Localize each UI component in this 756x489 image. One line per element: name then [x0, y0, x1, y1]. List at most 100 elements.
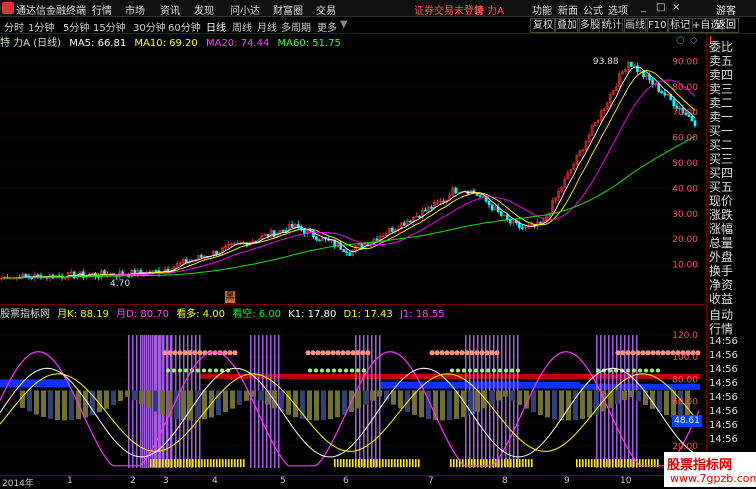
close-icon[interactable]: × [672, 2, 680, 13]
period-fenshi[interactable]: 分时 [4, 19, 24, 34]
period-1min[interactable]: 1分钟 [28, 19, 54, 34]
menu-ask[interactable]: 问小达 [230, 2, 260, 17]
period-more[interactable]: 更多 [317, 19, 337, 34]
yellow-bar [243, 459, 245, 468]
candle-body [200, 255, 203, 258]
menu-market[interactable]: 市场 [125, 2, 145, 17]
btn-f10[interactable]: F10 [645, 18, 670, 33]
step-block [55, 390, 60, 421]
orange-marker [310, 350, 316, 356]
purple-bar [262, 335, 264, 468]
user-label[interactable]: 游客 [716, 2, 736, 17]
purple-bar [250, 335, 252, 468]
orange-marker [655, 350, 661, 356]
green-marker [172, 368, 176, 373]
step-block [419, 390, 424, 418]
step-block [664, 390, 669, 416]
period-60min[interactable]: 60分钟 [168, 19, 201, 34]
yellow-bar [376, 459, 378, 468]
maximize-icon[interactable]: □ [656, 2, 665, 13]
period-30min[interactable]: 30分钟 [133, 19, 166, 34]
step-block [580, 390, 585, 419]
more-arrow-icon[interactable]: ▼ [340, 19, 348, 30]
menu-newpage[interactable]: 新面 [558, 2, 578, 17]
yellow-bar [609, 459, 611, 468]
purple-bar [624, 335, 626, 468]
menu-options[interactable]: 选项 [608, 2, 628, 17]
candle-body [402, 222, 406, 226]
step-block [216, 390, 221, 416]
step-block [258, 390, 263, 401]
orange-marker [454, 350, 460, 356]
yellow-bar [403, 459, 405, 468]
purple-bar [270, 335, 272, 468]
period-weekly[interactable]: 周线 [232, 19, 252, 34]
green-marker [332, 368, 336, 373]
event-marker[interactable]: 黑 [225, 291, 235, 303]
yellow-bar [346, 459, 348, 468]
period-monthly[interactable]: 月线 [257, 19, 277, 34]
step-block [391, 390, 396, 405]
yellow-bar [237, 459, 239, 468]
candle-body [318, 239, 321, 242]
menu-trade[interactable]: 交易 [316, 2, 336, 17]
yellow-bar [162, 459, 164, 468]
step-block [286, 390, 291, 415]
step-block [153, 390, 158, 412]
candle-body [154, 270, 158, 272]
row-quotes[interactable]: 行情 [709, 320, 733, 337]
yellow-bar [591, 459, 593, 468]
quote-panel: L 委比 卖五 卖四 卖三 卖二 卖一 买一 买二 买三 买四 买五 现价 涨跌… [706, 34, 756, 487]
btn-fanhui[interactable]: 返回 [713, 18, 739, 33]
period-15min[interactable]: 15分钟 [93, 19, 126, 34]
menu-formula[interactable]: 公式 [583, 2, 603, 17]
menu-discover[interactable]: 发现 [194, 2, 214, 17]
menu-news[interactable]: 资讯 [160, 2, 180, 17]
watermark: 股票指标网 www.7gpzb.com [664, 452, 756, 487]
step-block [188, 390, 193, 421]
green-marker [498, 368, 502, 373]
step-block [636, 390, 641, 402]
btn-fuquan[interactable]: 复权 [530, 18, 556, 33]
menu-wealth[interactable]: 财富圈 [273, 2, 303, 17]
step-block [440, 390, 445, 421]
step-block [517, 390, 522, 405]
minimize-icon[interactable]: _ [641, 2, 646, 13]
yellow-bar [349, 459, 351, 468]
menu-quotes[interactable]: 行情 [92, 2, 112, 17]
step-block [83, 390, 88, 418]
yellow-bar [522, 459, 524, 468]
yellow-bar [373, 459, 375, 468]
yellow-bar [195, 459, 197, 468]
step-block [629, 390, 634, 397]
menu-function[interactable]: 功能 [532, 2, 552, 17]
yellow-bar [630, 459, 632, 468]
orange-marker [665, 350, 671, 356]
green-marker [208, 368, 212, 373]
y-tick-label: 120.0 [672, 331, 698, 341]
candle-body [478, 195, 482, 197]
yellow-bar [216, 459, 218, 468]
x-tick: 4 [212, 476, 218, 486]
candle-body [660, 91, 663, 94]
orange-marker [315, 350, 321, 356]
y-tick-label: 60.00 [672, 134, 698, 144]
indicator-chart[interactable]: 120.0100.080.0060.0040.0020.00 [0, 318, 706, 475]
candlestick-chart[interactable]: 90.00 80.00 70.00 60.00 50.00 40.00 30.00 20.00… [0, 34, 706, 304]
orange-marker [227, 350, 233, 356]
period-5min[interactable]: 5分钟 [63, 19, 89, 34]
orange-marker [350, 350, 356, 356]
step-block [510, 390, 515, 401]
candle-body [663, 92, 667, 96]
step-block [307, 390, 312, 421]
period-daily[interactable]: 日线 [206, 19, 226, 34]
candle-body [518, 222, 521, 228]
orange-marker [439, 350, 445, 356]
tick-time: 14:56 [709, 364, 738, 375]
step-block [104, 390, 109, 409]
period-multi[interactable]: 多周期 [281, 19, 311, 34]
candle-body [539, 221, 542, 224]
orange-marker [640, 350, 646, 356]
yellow-bar [588, 459, 590, 468]
orange-marker [192, 350, 198, 356]
